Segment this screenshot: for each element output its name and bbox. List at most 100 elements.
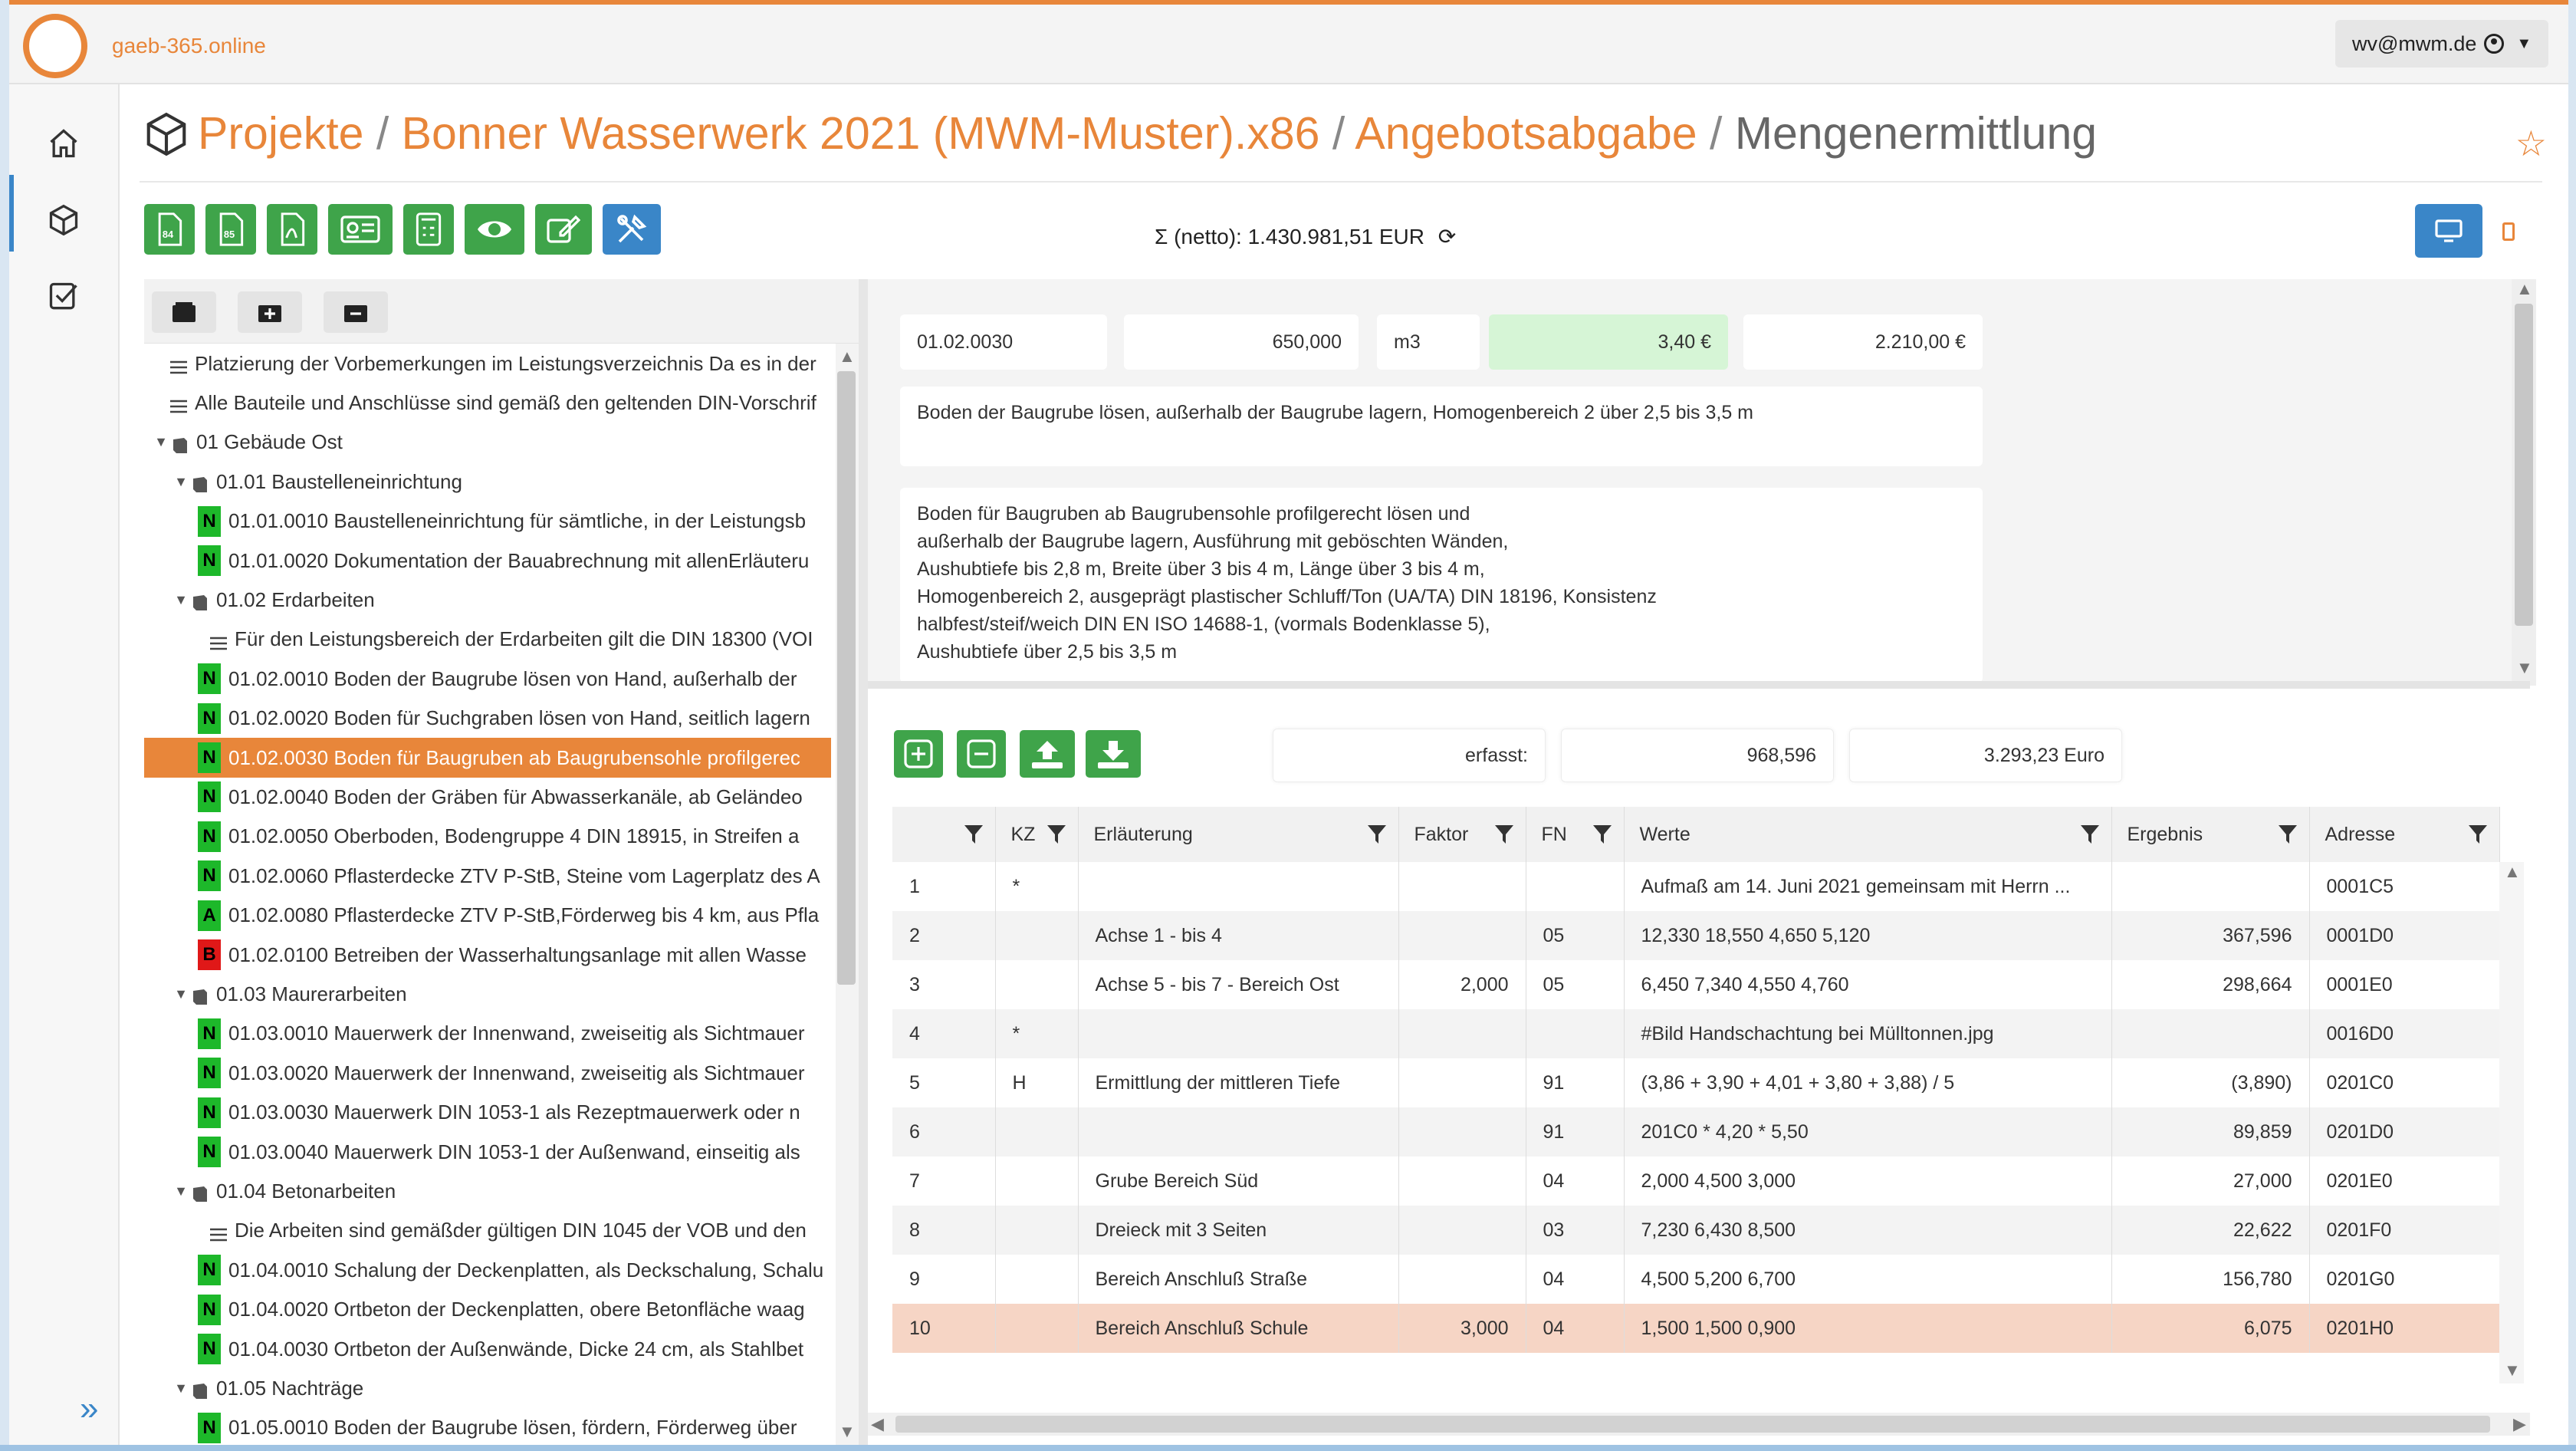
cell-col-factor[interactable]	[1398, 1107, 1526, 1157]
add-row-button[interactable]	[894, 730, 943, 778]
tree-note[interactable]: Platzierung der Vorbemerkungen im Leistu…	[144, 344, 831, 383]
scroll-up-icon[interactable]: ▲	[839, 347, 856, 367]
table-row[interactable]: 10 Bereich Anschluß Schule 3,000 04 1,500 1,…	[892, 1304, 2500, 1353]
filter-icon[interactable]	[1592, 825, 1612, 844]
cell-col-fn[interactable]	[1526, 862, 1625, 911]
cell-col-kz[interactable]	[995, 1107, 1079, 1157]
cell-col-factor[interactable]: 2,000	[1398, 960, 1526, 1009]
detail-scrollbar-thumb[interactable]	[2515, 304, 2533, 626]
cell-col-kz[interactable]: H	[995, 1058, 1079, 1107]
cell-col-explanation[interactable]: Bereich Anschluß Schule	[1078, 1304, 1399, 1353]
horizontal-splitter[interactable]	[868, 681, 2530, 689]
header-col-factor[interactable]: Faktor	[1398, 807, 1526, 862]
cell-col-explanation[interactable]: Achse 1 - bis 4	[1078, 911, 1399, 960]
short-text[interactable]: Boden der Baugrube lösen, außerhalb der …	[900, 387, 1983, 466]
table-row[interactable]: 5 H Ermittlung der mittleren Tiefe 91 (3,86 …	[892, 1058, 2500, 1107]
cell-col-kz[interactable]: *	[995, 1009, 1079, 1058]
filter-icon[interactable]	[1046, 825, 1066, 844]
collapse-one-button[interactable]	[324, 291, 388, 333]
cell-col-address[interactable]: 0201H0	[2309, 1304, 2500, 1353]
breadcrumb-stage[interactable]: Angebotsabgabe	[1355, 108, 1697, 159]
cell-col-values[interactable]: 2,000 4,500 3,000	[1624, 1157, 2112, 1206]
tree-position[interactable]: N 01.04.0030 Ortbeton der Außenwände, Dic…	[144, 1329, 831, 1369]
scroll-left-icon[interactable]: ◀	[871, 1414, 884, 1434]
tree-position[interactable]: N 01.01.0010 Baustelleneinrichtung für sä…	[144, 502, 831, 541]
tree-toggle-icon[interactable]: ▼	[170, 1380, 192, 1397]
home-icon[interactable]	[44, 124, 83, 163]
favorite-star-icon[interactable]: ☆	[2515, 123, 2547, 164]
cell-col-explanation[interactable]: Achse 5 - bis 7 - Bereich Ost	[1078, 960, 1399, 1009]
tree-position[interactable]: N 01.02.0020 Boden für Suchgraben lösen v…	[144, 699, 831, 739]
cell-col-explanation[interactable]	[1078, 1107, 1399, 1157]
breadcrumb-project[interactable]: Bonner Wasserwerk 2021 (MWM-Muster).x86	[402, 108, 1320, 159]
tree-position[interactable]: N 01.01.0020 Dokumentation der Bauabrechn…	[144, 541, 831, 581]
cell-col-result[interactable]: 22,622	[2111, 1206, 2310, 1255]
cell-col-factor[interactable]	[1398, 1255, 1526, 1304]
cell-col-result[interactable]: 89,859	[2111, 1107, 2310, 1157]
vertical-splitter[interactable]	[859, 279, 868, 1445]
tree-toggle-icon[interactable]: ▼	[150, 434, 172, 450]
cell-col-index[interactable]: 10	[892, 1304, 996, 1353]
tree-group[interactable]: ▼ 01.02 Erdarbeiten	[144, 580, 831, 620]
tree-position[interactable]: B 01.02.0100 Betreiben der Wasserhaltungs…	[144, 935, 831, 975]
projects-cube-icon[interactable]	[44, 201, 83, 239]
cell-col-values[interactable]: 1,500 1,500 0,900	[1624, 1304, 2112, 1353]
calculator-button[interactable]	[403, 204, 454, 255]
table-row[interactable]: 3 Achse 5 - bis 7 - Bereich Ost 2,000 05 6,4…	[892, 960, 2500, 1009]
total-price-field[interactable]: 2.210,00 €	[1743, 314, 1983, 370]
cell-col-address[interactable]: 0001E0	[2309, 960, 2500, 1009]
expand-sidebar-icon[interactable]: »	[80, 1390, 98, 1428]
tree-position[interactable]: N 01.02.0040 Boden der Gräben für Abwasse…	[144, 777, 831, 817]
cell-col-kz[interactable]	[995, 960, 1079, 1009]
desktop-view-button[interactable]	[2415, 204, 2482, 258]
cell-col-values[interactable]: #Bild Handschachtung bei Mülltonnen.jpg	[1624, 1009, 2112, 1058]
cell-col-fn[interactable]: 03	[1526, 1206, 1625, 1255]
cell-col-factor[interactable]	[1398, 911, 1526, 960]
unit-field[interactable]: m3	[1377, 314, 1480, 370]
export-gaeb-84-button[interactable]: 84	[144, 204, 195, 255]
mobile-view-icon[interactable]	[2502, 222, 2515, 241]
cell-col-factor[interactable]	[1398, 1157, 1526, 1206]
tree-position[interactable]: N 01.03.0030 Mauerwerk DIN 1053-1 als Rez…	[144, 1093, 831, 1133]
preview-eye-button[interactable]	[465, 204, 524, 255]
cell-col-index[interactable]: 2	[892, 911, 996, 960]
cell-col-index[interactable]: 9	[892, 1255, 996, 1304]
refresh-icon[interactable]: ⟳	[1438, 225, 1456, 248]
cell-col-fn[interactable]: 04	[1526, 1304, 1625, 1353]
header-col-values[interactable]: Werte	[1624, 807, 2112, 862]
cell-col-fn[interactable]: 05	[1526, 911, 1625, 960]
cell-col-kz[interactable]	[995, 1304, 1079, 1353]
filter-icon[interactable]	[1494, 825, 1513, 844]
cell-col-explanation[interactable]: Grube Bereich Süd	[1078, 1157, 1399, 1206]
filter-icon[interactable]	[1367, 825, 1386, 844]
cell-col-address[interactable]: 0201D0	[2309, 1107, 2500, 1157]
tree-scrollbar-thumb[interactable]	[837, 371, 856, 985]
cell-col-address[interactable]: 0201F0	[2309, 1206, 2500, 1255]
address-card-button[interactable]	[328, 204, 393, 255]
cell-col-factor[interactable]	[1398, 1009, 1526, 1058]
cell-col-kz[interactable]	[995, 911, 1079, 960]
cell-col-values[interactable]: Aufmaß am 14. Juni 2021 gemeinsam mit He…	[1624, 862, 2112, 911]
tree-position[interactable]: N 01.03.0010 Mauerwerk der Innenwand, zwe…	[144, 1014, 831, 1054]
quantity-field[interactable]: 650,000	[1124, 314, 1359, 370]
tree-toggle-icon[interactable]: ▼	[170, 474, 192, 490]
header-col-index[interactable]	[892, 807, 996, 862]
tree-note[interactable]: Alle Bauteile und Anschlüsse sind gemäß …	[144, 383, 831, 423]
tree-group[interactable]: ▼ 01.04 Betonarbeiten	[144, 1171, 831, 1211]
scroll-up-icon[interactable]: ▲	[2516, 279, 2533, 299]
cell-col-explanation[interactable]	[1078, 1009, 1399, 1058]
tree-toggle-icon[interactable]: ▼	[170, 592, 192, 608]
cell-col-fn[interactable]: 91	[1526, 1058, 1625, 1107]
tree-note[interactable]: Für den Leistungsbereich der Erdarbeiten…	[144, 620, 831, 660]
cell-col-values[interactable]: 4,500 5,200 6,700	[1624, 1255, 2112, 1304]
cell-col-factor[interactable]	[1398, 862, 1526, 911]
tools-button[interactable]	[603, 204, 661, 255]
cell-col-index[interactable]: 1	[892, 862, 996, 911]
cell-col-result[interactable]: (3,890)	[2111, 1058, 2310, 1107]
cell-col-address[interactable]: 0016D0	[2309, 1009, 2500, 1058]
cell-col-result[interactable]: 6,075	[2111, 1304, 2310, 1353]
tree-note[interactable]: Die Arbeiten sind gemäßder gültigen DIN …	[144, 1211, 831, 1251]
tree-position[interactable]: N 01.02.0060 Pflasterdecke ZTV P-StB, Ste…	[144, 856, 831, 896]
table-row[interactable]: 9 Bereich Anschluß Straße 04 4,500 5,200 6,…	[892, 1255, 2500, 1304]
horizontal-scrollbar-thumb[interactable]	[895, 1416, 2490, 1433]
